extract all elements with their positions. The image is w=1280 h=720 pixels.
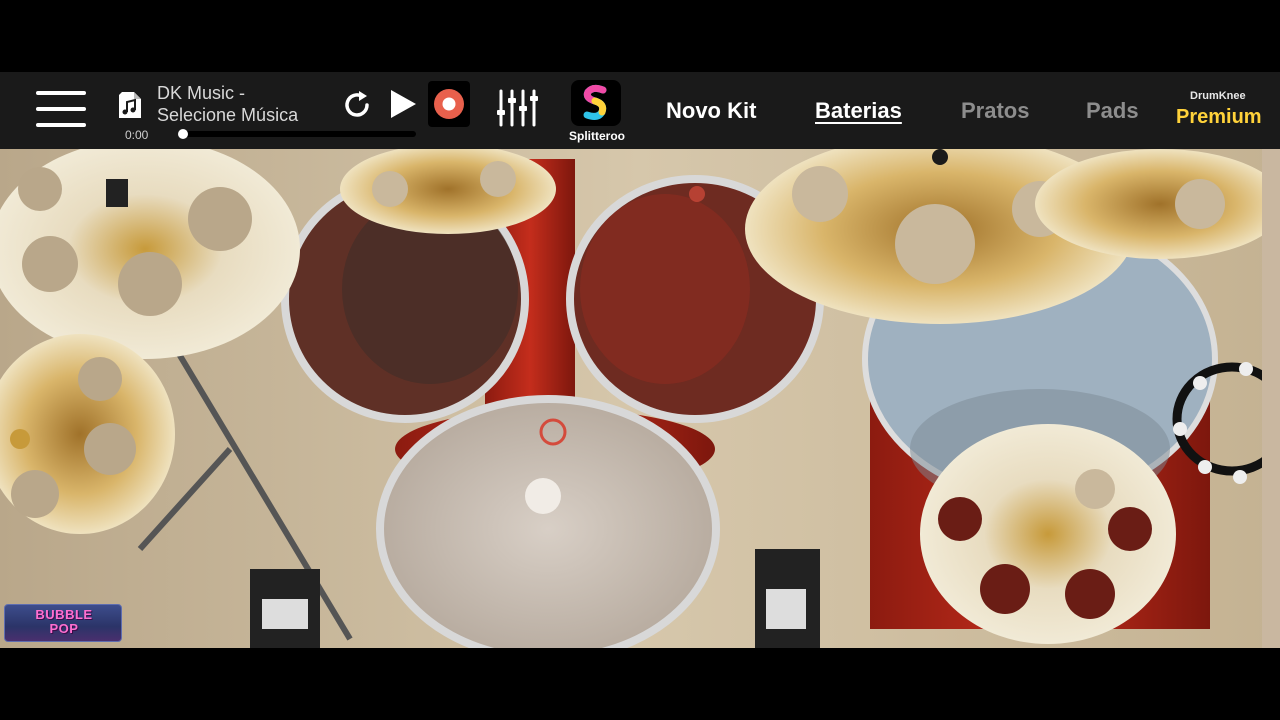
music-title-line1: DK Music - (157, 83, 246, 103)
cymbal-china-right[interactable] (1035, 149, 1280, 259)
music-title[interactable]: DK Music - Selecione Música (157, 82, 332, 126)
letterbox-bottom (0, 648, 1280, 720)
snare-drum[interactable] (376, 395, 720, 648)
premium-brand[interactable]: DrumKnee (1190, 90, 1246, 102)
drum-kit-scene (0, 149, 1280, 648)
tab-pads[interactable]: Pads (1086, 96, 1139, 126)
music-title-line2: Selecione Música (157, 105, 299, 125)
menu-button[interactable] (34, 89, 88, 129)
tab-pratos[interactable]: Pratos (961, 96, 1029, 126)
kick-pedal-right[interactable] (755, 549, 820, 648)
splitteroo-logo-icon (583, 84, 607, 120)
music-progress-knob[interactable] (178, 129, 188, 139)
record-button[interactable] (428, 81, 470, 127)
music-progress-bar[interactable] (180, 131, 416, 137)
tab-novo-kit[interactable]: Novo Kit (666, 96, 756, 126)
bubble-pop-logo-line2: POP (49, 621, 79, 636)
repeat-icon[interactable] (340, 88, 374, 122)
right-edge-wall (1262, 149, 1280, 648)
tab-baterias[interactable]: Baterias (815, 96, 902, 126)
splitteroo-button[interactable] (571, 80, 621, 126)
music-file-icon[interactable] (116, 90, 144, 120)
play-icon[interactable] (388, 88, 418, 120)
splitteroo-label: Splitteroo (569, 129, 625, 143)
hamburger-menu-icon (36, 91, 86, 95)
mixer-sliders-icon[interactable] (496, 88, 538, 128)
cymbal-splash-right[interactable] (920, 424, 1176, 644)
bubble-pop-logo: BUBBLE POP (4, 604, 122, 642)
bubble-pop-logo-line1: BUBBLE (35, 607, 93, 622)
record-icon (434, 89, 464, 119)
letterbox-top (0, 0, 1280, 72)
premium-button[interactable]: Premium (1176, 106, 1262, 129)
kick-pedal-left[interactable] (250, 569, 320, 648)
music-time: 0:00 (125, 128, 149, 142)
hihat-clutch (106, 179, 128, 207)
